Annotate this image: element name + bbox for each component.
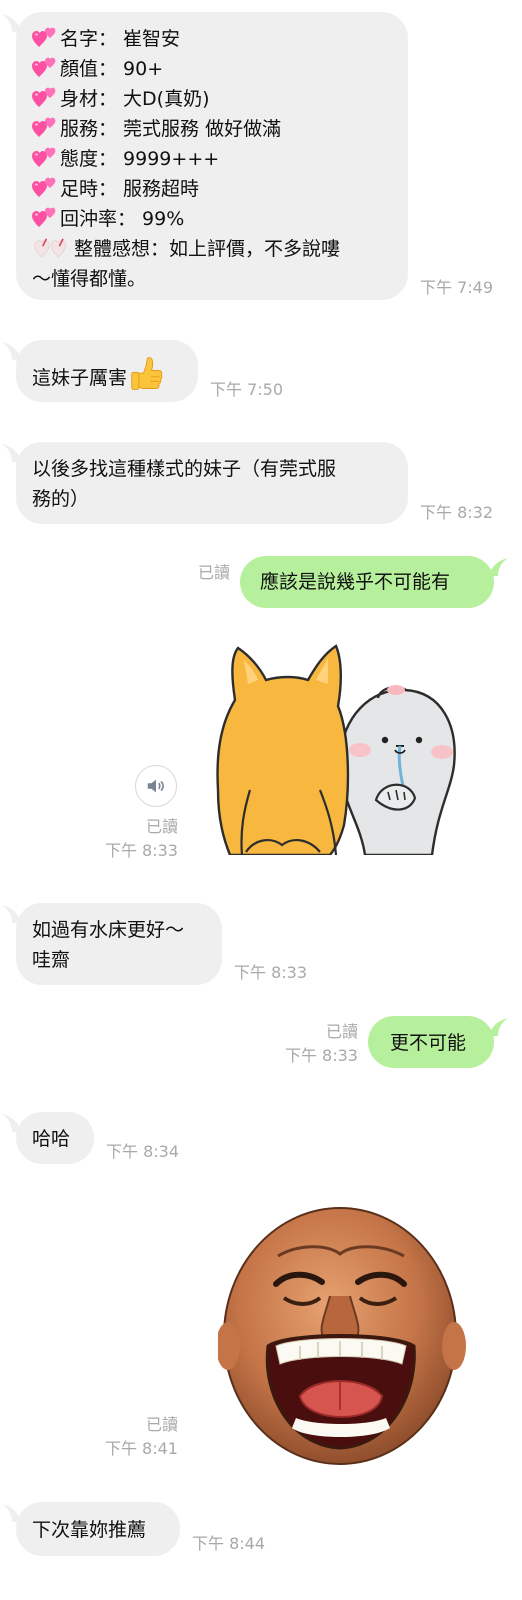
message-line: 名字： 崔智安 — [32, 24, 408, 54]
message-line: 身材： 大D(真奶) — [32, 84, 408, 114]
read-receipt: 已讀 — [325, 1022, 358, 1041]
cat-and-bunny-sticker[interactable] — [210, 640, 460, 855]
message-text: 下次靠妳推薦 — [32, 1519, 147, 1541]
message-line: 哇齋 — [32, 949, 71, 971]
incoming-message-bubble[interactable]: 以後多找這種樣式的妹子（有莞式服 務的） — [16, 442, 408, 524]
bubble-tail — [490, 558, 508, 576]
outgoing-message-bubble[interactable]: 更不可能 — [368, 1016, 494, 1068]
message-timestamp: 下午 8:33 — [104, 841, 178, 860]
read-receipt: 已讀 — [197, 563, 230, 582]
bubble-tail — [490, 1018, 508, 1036]
incoming-message-bubble[interactable]: 這妹子厲害 — [16, 340, 198, 402]
message-timestamp: 下午 8:32 — [420, 503, 494, 522]
message-text: 應該是說幾乎不可能有 — [260, 571, 451, 593]
outgoing-message-bubble[interactable]: 應該是說幾乎不可能有 — [240, 556, 494, 608]
message-line: 顏值： 90+ — [32, 54, 408, 84]
message-line: 以後多找這種樣式的妹子（有莞式服 — [32, 458, 337, 480]
two-hearts-icon — [32, 56, 58, 78]
incoming-message-bubble[interactable]: 名字： 崔智安 顏值： 90+ 身材： 大D(真奶) 服務： 莞式服務 做好做滿… — [16, 12, 408, 300]
two-hearts-icon — [32, 176, 58, 198]
message-text: 更不可能 — [390, 1032, 467, 1054]
message-timestamp: 下午 8:34 — [106, 1142, 180, 1161]
message-line: 服務： 莞式服務 做好做滿 — [32, 114, 408, 144]
laughing-face-sticker[interactable] — [218, 1196, 468, 1466]
incoming-message-bubble[interactable]: 如過有水床更好～ 哇齋 — [16, 903, 222, 985]
message-timestamp: 下午 8:41 — [104, 1439, 178, 1458]
two-hearts-icon — [32, 26, 58, 48]
read-receipt: 已讀 — [145, 1415, 178, 1434]
incoming-message-bubble[interactable]: 哈哈 — [16, 1112, 94, 1164]
two-hearts-icon — [32, 146, 58, 168]
message-line: 務的） — [32, 488, 90, 510]
message-text: 哈哈 — [32, 1128, 71, 1150]
speaker-button[interactable] — [135, 765, 177, 807]
speaker-icon — [147, 779, 164, 793]
two-hearts-icon — [32, 86, 58, 108]
message-timestamp: 下午 7:50 — [210, 380, 284, 399]
message-line: 整體感想：如上評價，不多說嘍 — [32, 234, 408, 264]
message-timestamp: 下午 8:33 — [234, 963, 308, 982]
incoming-message-bubble[interactable]: 下次靠妳推薦 — [16, 1502, 180, 1556]
message-timestamp: 下午 8:33 — [284, 1046, 358, 1065]
read-receipt: 已讀 — [145, 817, 178, 836]
message-line: 足時： 服務超時 — [32, 174, 408, 204]
pierced-hearts-icon — [32, 235, 72, 259]
two-hearts-icon — [32, 116, 58, 138]
message-line: 回沖率： 99% — [32, 204, 408, 234]
message-timestamp: 下午 8:44 — [192, 1534, 266, 1553]
thumbs-up-icon — [131, 357, 163, 390]
message-line: ～懂得都懂。 — [32, 268, 147, 290]
message-text: 這妹子厲害 — [32, 367, 128, 389]
message-line: 態度： 9999+++ — [32, 144, 408, 174]
message-line: 如過有水床更好～ — [32, 919, 185, 941]
message-timestamp: 下午 7:49 — [420, 278, 494, 297]
two-hearts-icon — [32, 206, 58, 228]
